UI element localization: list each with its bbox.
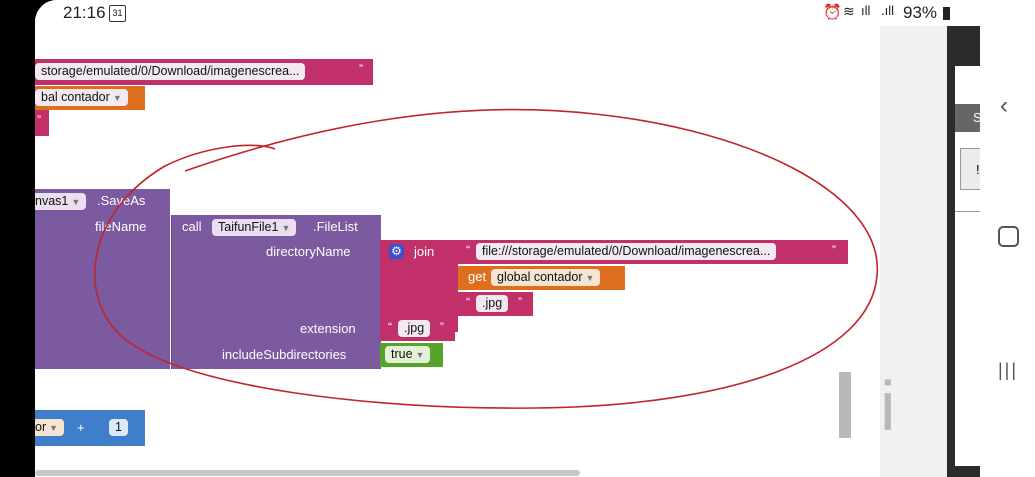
signal-icon-2: .ıll [881,3,894,18]
signal-icon: ıll [861,3,871,18]
navigation-bar: ‹ ||| [980,0,1035,477]
battery-level: 93% [903,3,938,22]
battery-icon [943,7,950,20]
home-icon[interactable] [998,226,1019,247]
back-icon[interactable]: ‹ [1000,92,1008,120]
status-bar: 21:16 31 ⏰ ≋ ıll .ıll 93% [35,0,1035,26]
device-screen: 21:16 31 ⏰ ≋ ıll .ıll 93% storage/emulat… [35,0,1035,477]
logo-fragment: i [880,367,896,445]
status-time: 21:16 [63,3,106,22]
annotation-circle [94,108,878,409]
alarm-icon: ⏰ [823,4,842,21]
recent-apps-icon[interactable]: ||| [998,360,1018,381]
calendar-icon: 31 [109,5,126,22]
blocks-workspace[interactable]: storage/emulated/0/Download/imagenescrea… [35,26,880,477]
wifi-icon: ≋ [843,3,855,19]
